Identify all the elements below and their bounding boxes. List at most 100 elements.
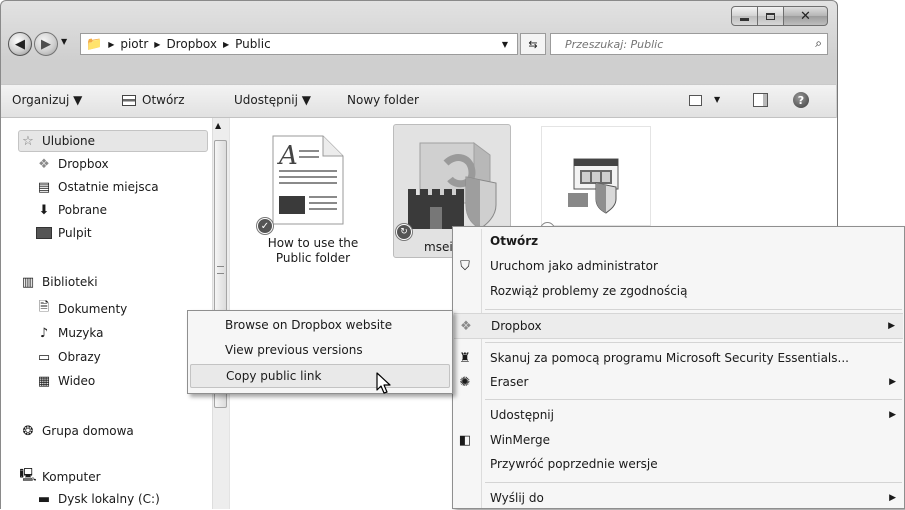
menu-item-share[interactable]: Udostępnij ▶ [453, 403, 904, 427]
nav-item-label: Dokumenty [58, 302, 128, 316]
menu-item-send-to[interactable]: Wyślij do ▶ [453, 486, 904, 510]
share-button[interactable]: Udostępnij ▼ [234, 93, 311, 107]
nav-item-video[interactable]: ▦ Wideo [36, 370, 95, 392]
breadcrumb-dropbox[interactable]: Dropbox [166, 37, 217, 51]
nav-item-music[interactable]: ♪ Muzyka [36, 322, 104, 344]
nav-item-label: Muzyka [58, 326, 104, 340]
minimize-button[interactable] [731, 6, 758, 26]
minimize-icon [740, 17, 749, 21]
refresh-button[interactable]: ⇆ [520, 33, 546, 55]
file-label-line: How to use the [267, 236, 359, 250]
nav-item-label: Obrazy [58, 350, 101, 364]
nav-item-computer[interactable]: 🖳 Komputer [19, 466, 100, 488]
menu-item-dropbox[interactable]: ❖ Dropbox ▶ [454, 313, 903, 339]
computer-icon: 🖳 [19, 468, 37, 483]
menu-item-troubleshoot[interactable]: Rozwiąż problemy ze zgodnością [453, 279, 904, 303]
search-box: ⌕ [550, 33, 828, 55]
menu-item-label: WinMerge [490, 433, 550, 447]
command-bar: Organizuj ▼ Otwórz Udostępnij ▼ Nowy fol… [1, 84, 836, 118]
security-essentials-icon: ♜ [459, 350, 471, 366]
address-dropdown-icon[interactable]: ▼ [502, 40, 508, 49]
close-button[interactable]: ✕ [783, 6, 828, 26]
menu-item-scan[interactable]: ♜ Skanuj za pomocą programu Microsoft Se… [453, 346, 904, 370]
preview-pane-icon[interactable] [753, 93, 768, 107]
documents-icon: 🗎 [38, 300, 50, 315]
scroll-up-icon[interactable]: ▲ [215, 121, 221, 130]
folder-icon: 📁 [86, 36, 103, 52]
mouse-pointer-icon [376, 372, 391, 394]
nav-item-desktop[interactable]: Pulpit [36, 222, 92, 244]
menu-item-previous-versions[interactable]: View previous versions [188, 338, 452, 362]
scroll-grip-icon [217, 266, 224, 274]
nav-item-dropbox[interactable]: ❖ Dropbox [36, 153, 109, 175]
menu-item-restore-versions[interactable]: Przywróć poprzednie wersje [453, 452, 904, 476]
menu-item-label: View previous versions [225, 343, 363, 357]
back-button[interactable]: ◀ [8, 32, 32, 56]
menu-separator [485, 342, 902, 343]
downloads-icon: ⬇ [38, 202, 50, 218]
help-icon[interactable]: ? [793, 92, 809, 108]
desktop-icon [36, 225, 52, 241]
breadcrumb-separator-icon: ▶ [154, 39, 161, 49]
sync-check-icon: ✓ [257, 218, 273, 234]
menu-item-run-as-admin[interactable]: ⛉ Uruchom jako administrator [453, 254, 904, 278]
music-icon: ♪ [39, 325, 49, 341]
dropbox-icon: ❖ [460, 318, 472, 334]
menu-item-open[interactable]: Otwórz [453, 229, 904, 253]
file-item-setup[interactable] [541, 126, 651, 226]
file-item-public-folder-doc[interactable]: A ✓ How to use the Public folder [257, 128, 367, 265]
menu-item-copy-public-link[interactable]: Copy public link [190, 364, 450, 388]
nav-item-homegroup[interactable]: ❂ Grupa domowa [20, 420, 134, 442]
address-bar[interactable]: 📁 ▶ piotr ▶ Dropbox ▶ Public ▼ [80, 33, 518, 55]
file-label-line: Public folder [275, 251, 351, 265]
new-folder-button[interactable]: Nowy folder [347, 93, 419, 107]
nav-item-label: Grupa domowa [42, 424, 134, 438]
submenu-arrow-icon: ▶ [889, 493, 896, 503]
nav-item-local-disk[interactable]: ▬ Dysk lokalny (C:) [36, 488, 160, 510]
menu-item-winmerge[interactable]: ◧ WinMerge [453, 428, 904, 452]
open-button-label: Otwórz [142, 93, 185, 107]
svg-text:A: A [277, 141, 298, 171]
close-icon: ✕ [800, 8, 811, 24]
view-options-icon[interactable] [689, 95, 702, 106]
menu-item-label: Copy public link [226, 369, 322, 383]
menu-item-label: Przywróć poprzednie wersje [490, 457, 658, 471]
star-icon: ☆ [22, 133, 34, 149]
maximize-button[interactable] [757, 6, 784, 26]
nav-item-libraries[interactable]: ▥ Biblioteki [20, 271, 98, 293]
drive-icon: ▬ [37, 491, 51, 507]
breadcrumb-piotr[interactable]: piotr [120, 37, 148, 51]
menu-item-eraser[interactable]: ✺ Eraser ▶ [453, 370, 904, 394]
nav-item-pictures[interactable]: ▭ Obrazy [36, 346, 101, 368]
nav-item-downloads[interactable]: ⬇ Pobrane [36, 199, 108, 221]
sync-progress-icon: ↻ [396, 224, 412, 240]
nav-item-label: Ulubione [42, 134, 96, 148]
nav-item-label: Dropbox [58, 157, 109, 171]
nav-item-label: Pulpit [58, 226, 92, 240]
back-arrow-icon: ◀ [15, 36, 25, 52]
forward-button[interactable]: ▶ [34, 32, 58, 56]
nav-item-label: Pobrane [58, 203, 108, 217]
open-button[interactable]: Otwórz [122, 93, 185, 107]
document-icon: A [272, 135, 344, 225]
menu-item-label: Uruchom jako administrator [490, 259, 658, 273]
video-icon: ▦ [37, 373, 51, 389]
maximize-icon [766, 12, 775, 20]
menu-item-browse-dropbox[interactable]: Browse on Dropbox website [188, 313, 452, 337]
search-icon[interactable]: ⌕ [815, 36, 822, 51]
breadcrumb-public[interactable]: Public [235, 37, 271, 51]
nav-item-favorites[interactable]: ☆ Ulubione [20, 130, 95, 152]
context-menu: Otwórz ⛉ Uruchom jako administrator Rozw… [452, 226, 905, 509]
dropbox-submenu: Browse on Dropbox website View previous … [187, 310, 453, 394]
menu-item-label: Udostępnij [490, 408, 554, 422]
nav-item-label: Dysk lokalny (C:) [58, 492, 160, 506]
pictures-icon: ▭ [37, 349, 51, 365]
search-input[interactable] [565, 35, 805, 53]
setup-program-icon [568, 158, 619, 214]
organize-button[interactable]: Organizuj ▼ [12, 93, 82, 107]
view-dropdown-icon[interactable]: ▼ [714, 95, 720, 104]
nav-item-documents[interactable]: 🗎 Dokumenty [36, 298, 128, 320]
installer-castle-icon [408, 142, 497, 230]
nav-item-recent[interactable]: ▤ Ostatnie miejsca [36, 176, 159, 198]
history-dropdown[interactable]: ▼ [61, 37, 67, 46]
